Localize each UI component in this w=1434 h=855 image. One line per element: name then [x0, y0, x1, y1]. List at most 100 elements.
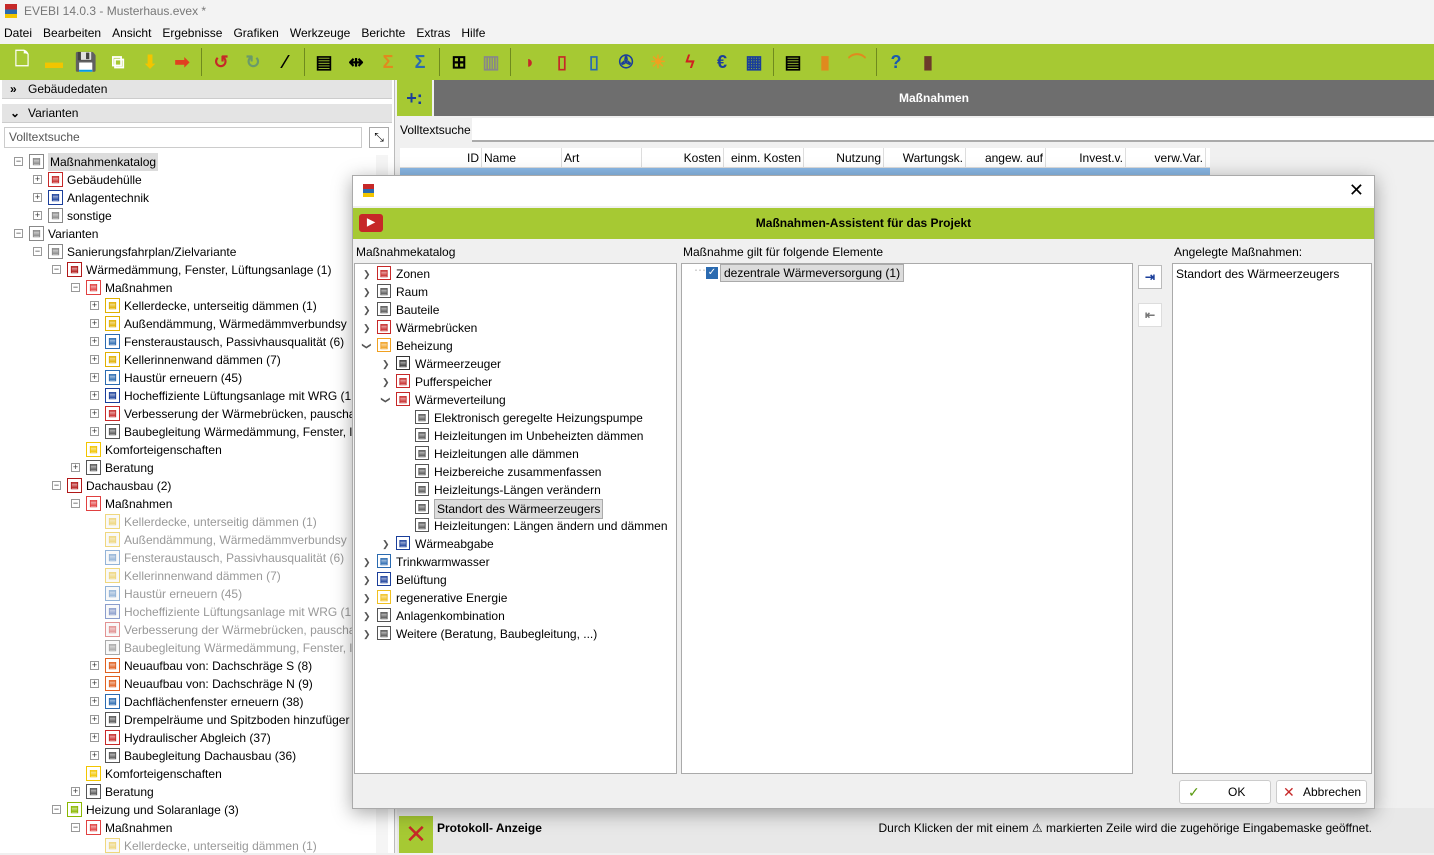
catalog-item[interactable]: ▤Heizleitungen im Unbeheizten dämmen: [355, 427, 675, 445]
chevron-right-icon[interactable]: ❯: [363, 283, 371, 301]
catalog-item[interactable]: ❯▤Wärmeverteilung: [355, 391, 675, 409]
checkbox[interactable]: ✓: [706, 267, 718, 279]
tree-item[interactable]: +▤Neuaufbau von: Dachschräge N (9): [0, 675, 375, 693]
energy-curve-button[interactable]: ⌒: [841, 47, 873, 77]
tree-item[interactable]: ▤Kellerdecke, unterseitig dämmen (1): [0, 837, 375, 855]
column-header[interactable]: verw.Var.: [1126, 148, 1206, 167]
close-protocol-icon[interactable]: ✕: [399, 816, 433, 853]
house-euro-button[interactable]: €: [706, 47, 738, 77]
catalog-item[interactable]: ❯▤Weitere (Beratung, Baubegleitung, ...): [355, 625, 675, 643]
chevron-right-icon[interactable]: ❯: [363, 265, 371, 283]
tree-item[interactable]: +▤Gebäudehülle: [0, 171, 375, 189]
ok-button[interactable]: ✓OK: [1179, 780, 1271, 804]
play-video-icon[interactable]: ▶: [359, 214, 383, 232]
tree-item[interactable]: +▤Hydraulischer Abgleich (37): [0, 729, 375, 747]
catalog-item[interactable]: ❯▤Belüftung: [355, 571, 675, 589]
collapse-icon[interactable]: −: [33, 247, 42, 256]
fulltext-search-input[interactable]: Volltextsuche: [4, 127, 362, 148]
menu-ansicht[interactable]: Ansicht: [108, 22, 158, 44]
chevron-right-icon[interactable]: ❯: [363, 625, 371, 643]
chevron-right-icon[interactable]: ❯: [382, 535, 390, 553]
menu-hilfe[interactable]: Hilfe: [457, 22, 492, 44]
column-header[interactable]: Nutzung: [804, 148, 884, 167]
collapse-icon[interactable]: −: [14, 157, 23, 166]
expand-icon[interactable]: +: [33, 175, 42, 184]
column-header[interactable]: Art: [562, 148, 642, 167]
catalog-item[interactable]: ▤Standort des Wärmeerzeugers: [355, 499, 675, 517]
tree-item[interactable]: +▤Verbesserung der Wärmebrücken, pauscha…: [0, 405, 375, 423]
tree-item[interactable]: ▤Baubegleitung Wärmedämmung, Fenster, l: [0, 639, 375, 657]
menu-datei[interactable]: Datei: [0, 22, 39, 44]
remove-measure-button[interactable]: ⇤: [1138, 303, 1162, 327]
expand-icon[interactable]: +: [90, 751, 99, 760]
chevron-right-icon[interactable]: ❯: [382, 373, 390, 391]
created-measure-item[interactable]: Standort des Wärmeerzeugers: [1176, 267, 1368, 281]
close-icon[interactable]: ✕: [1349, 180, 1364, 200]
catalog-item[interactable]: ❯▤Bauteile: [355, 301, 675, 319]
catalog-item[interactable]: ▤Heizleitungs-Längen verändern: [355, 481, 675, 499]
collapse-icon[interactable]: −: [14, 229, 23, 238]
tree-item[interactable]: −▤Wärmedämmung, Fenster, Lüftungsanlage …: [0, 261, 375, 279]
expand-icon[interactable]: +: [33, 211, 42, 220]
expand-icon[interactable]: +: [90, 391, 99, 400]
collapse-icon[interactable]: −: [52, 805, 61, 814]
tree-item[interactable]: −▤Heizung und Solaranlage (3): [0, 801, 375, 819]
exit-door-button[interactable]: ▮: [912, 47, 944, 77]
chevron-down-icon[interactable]: ❯: [377, 396, 395, 404]
fan-button[interactable]: ✇: [610, 47, 642, 77]
export-button[interactable]: ➡: [166, 47, 198, 77]
sum-orange-button[interactable]: Σ: [372, 47, 404, 77]
lightning-button[interactable]: ϟ: [674, 47, 706, 77]
collapse-icon[interactable]: −: [52, 265, 61, 274]
sum-blue-button[interactable]: Σ: [404, 47, 436, 77]
chevron-right-icon[interactable]: ❯: [363, 589, 371, 607]
new-file-button[interactable]: 🗋: [6, 47, 38, 77]
cap-button[interactable]: ◗: [514, 47, 546, 77]
document-button[interactable]: ▤: [308, 47, 340, 77]
expand-icon[interactable]: +: [90, 355, 99, 364]
collapse-icon[interactable]: −: [71, 499, 80, 508]
tree-item[interactable]: −▤Maßnahmen: [0, 495, 375, 513]
collapse-icon[interactable]: −: [71, 283, 80, 292]
tree-structure-button[interactable]: ⊞: [443, 47, 475, 77]
tree-item[interactable]: +▤sonstige: [0, 207, 375, 225]
catalog-item[interactable]: ❯▤Beheizung: [355, 337, 675, 355]
expand-icon[interactable]: +: [90, 409, 99, 418]
catalog-item[interactable]: ❯▤regenerative Energie: [355, 589, 675, 607]
catalog-item[interactable]: ▤Heizbereiche zusammenfassen: [355, 463, 675, 481]
undo-button[interactable]: ↺: [205, 47, 237, 77]
catalog-item[interactable]: ❯▤Anlagenkombination: [355, 607, 675, 625]
column-header[interactable]: Wartungsk.: [884, 148, 966, 167]
tree-item[interactable]: +▤Fensteraustausch, Passivhausqualität (…: [0, 333, 375, 351]
chevron-right-icon[interactable]: ❯: [382, 355, 390, 373]
tree-item[interactable]: +▤Kellerdecke, unterseitig dämmen (1): [0, 297, 375, 315]
menu-bearbeiten[interactable]: Bearbeiten: [39, 22, 108, 44]
tree-item[interactable]: ▤Kellerdecke, unterseitig dämmen (1): [0, 513, 375, 531]
tree-item[interactable]: +▤Baubegleitung Dachausbau (36): [0, 747, 375, 765]
tree-item[interactable]: ▤Fensteraustausch, Passivhausqualität (6…: [0, 549, 375, 567]
tree-item[interactable]: −▤Varianten: [0, 225, 375, 243]
tree-item[interactable]: −▤Maßnahmen: [0, 819, 375, 837]
tree-item[interactable]: ▤Hocheffiziente Lüftungsanlage mit WRG (…: [0, 603, 375, 621]
catalog-item[interactable]: ❯▤Wärmebrücken: [355, 319, 675, 337]
column-header[interactable]: Kosten: [642, 148, 724, 167]
redo-button[interactable]: ↻: [237, 47, 269, 77]
expand-icon[interactable]: +: [71, 463, 80, 472]
magic-wand-button[interactable]: ⁄: [269, 47, 301, 77]
cancel-button[interactable]: ✕Abbrechen: [1276, 780, 1367, 804]
chevron-down-icon[interactable]: ❯: [358, 342, 376, 350]
expand-icon[interactable]: +: [90, 661, 99, 670]
chevron-right-icon[interactable]: ❯: [363, 607, 371, 625]
tree-item[interactable]: ▤Komforteigenschaften: [0, 441, 375, 459]
gebaeudedaten-header[interactable]: »Gebäudedaten: [2, 80, 392, 99]
chevron-right-icon[interactable]: ❯: [363, 571, 371, 589]
tree-item[interactable]: +▤Kellerinnenwand dämmen (7): [0, 351, 375, 369]
tree-item[interactable]: ▤Haustür erneuern (45): [0, 585, 375, 603]
tree-item[interactable]: ▤Kellerinnenwand dämmen (7): [0, 567, 375, 585]
expand-icon[interactable]: +: [90, 427, 99, 436]
expand-icon[interactable]: +: [90, 697, 99, 706]
tree-item[interactable]: +▤Baubegleitung Wärmedämmung, Fenster, l: [0, 423, 375, 441]
tree-item[interactable]: −▤Sanierungsfahrplan/Zielvariante: [0, 243, 375, 261]
menu-werkzeuge[interactable]: Werkzeuge: [286, 22, 357, 44]
tree-item[interactable]: +▤Drempelräume und Spitzboden hinzufüger: [0, 711, 375, 729]
